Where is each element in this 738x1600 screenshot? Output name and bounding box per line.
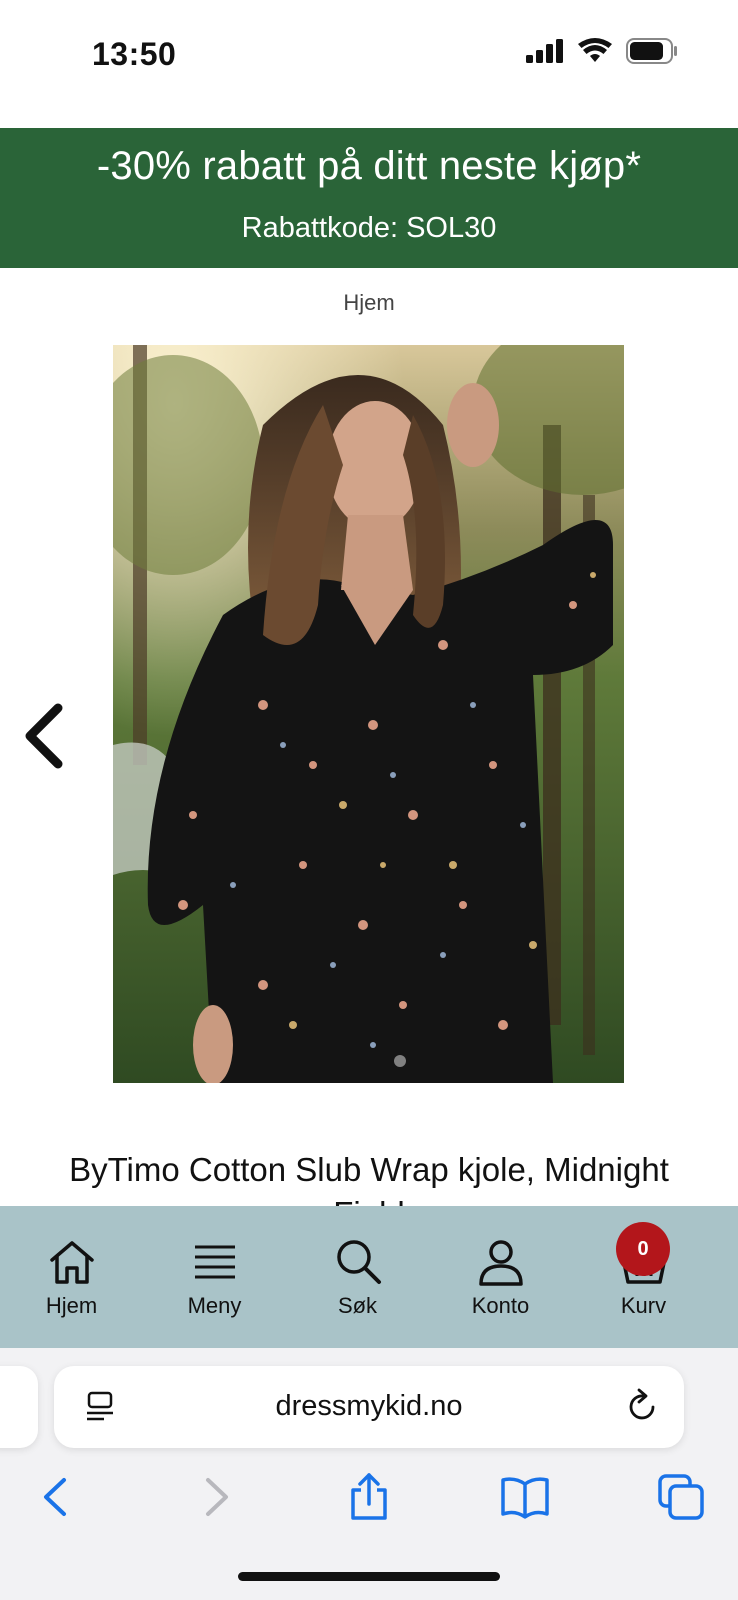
promo-headline: -30% rabatt på ditt neste kjøp* bbox=[96, 144, 642, 188]
url-text: dressmykid.no bbox=[275, 1390, 463, 1422]
back-arrow-icon bbox=[44, 1478, 66, 1516]
promo-code: Rabattkode: SOL30 bbox=[241, 212, 497, 244]
breadcrumb-home[interactable]: Hjem bbox=[0, 290, 738, 316]
forward-arrow-icon bbox=[206, 1478, 228, 1516]
nav-menu-label: Meny bbox=[187, 1293, 242, 1318]
wifi-icon bbox=[578, 38, 612, 62]
menu-icon bbox=[194, 1245, 235, 1279]
status-bar: 13:50 bbox=[0, 0, 738, 110]
chevron-left-icon bbox=[25, 703, 63, 769]
share-button[interactable] bbox=[344, 1472, 394, 1522]
reload-icon[interactable] bbox=[626, 1388, 660, 1426]
product-photo bbox=[113, 345, 624, 1083]
account-icon bbox=[478, 1240, 523, 1286]
carousel-prev-button[interactable] bbox=[18, 700, 68, 772]
promo-banner[interactable]: -30% rabatt på ditt neste kjøp* Rabattko… bbox=[0, 128, 738, 268]
address-bar[interactable]: dressmykid.no bbox=[54, 1366, 684, 1448]
cart-count-badge[interactable]: 0 bbox=[616, 1222, 670, 1276]
tabs-button[interactable] bbox=[656, 1472, 706, 1522]
home-indicator bbox=[238, 1572, 500, 1581]
nav-search-label: Søk bbox=[337, 1293, 378, 1318]
search-icon bbox=[336, 1240, 381, 1284]
battery-icon bbox=[626, 38, 677, 64]
status-time: 13:50 bbox=[92, 36, 177, 72]
status-icons bbox=[526, 38, 678, 64]
bookmarks-button[interactable] bbox=[500, 1472, 550, 1522]
browser-forward-button[interactable] bbox=[190, 1472, 240, 1522]
nav-home-label: Hjem bbox=[45, 1293, 98, 1318]
carousel-dot[interactable] bbox=[394, 1055, 406, 1067]
previous-tab-peek[interactable] bbox=[0, 1366, 38, 1448]
nav-home[interactable]: Hjem bbox=[0, 1206, 143, 1348]
cellular-signal-icon bbox=[526, 39, 563, 63]
book-icon bbox=[501, 1477, 549, 1519]
product-image[interactable] bbox=[113, 345, 624, 1083]
nav-account[interactable]: Konto bbox=[429, 1206, 572, 1348]
nav-basket-label: Kurv bbox=[620, 1293, 667, 1318]
nav-menu[interactable]: Meny bbox=[143, 1206, 286, 1348]
nav-account-label: Konto bbox=[471, 1293, 530, 1318]
home-icon bbox=[49, 1241, 94, 1284]
browser-back-button[interactable] bbox=[32, 1472, 82, 1522]
nav-search[interactable]: Søk bbox=[286, 1206, 429, 1348]
share-icon bbox=[351, 1473, 387, 1520]
tabs-icon bbox=[658, 1474, 704, 1520]
